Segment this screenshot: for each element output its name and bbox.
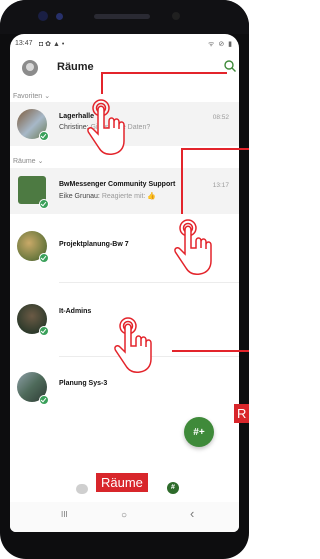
- annotation-line: [172, 350, 249, 352]
- room-timestamp: 13:17: [212, 182, 229, 189]
- front-camera-icon: [38, 11, 48, 21]
- tap-gesture-icon: [114, 317, 152, 373]
- annotation-line: [101, 72, 227, 74]
- list-divider: [59, 282, 239, 283]
- create-room-button[interactable]: #+: [184, 417, 214, 447]
- room-title: Projektplanung-Bw 7: [59, 241, 129, 248]
- room-title: It-Admins: [59, 308, 92, 315]
- room-timestamp: 08:52: [212, 114, 229, 121]
- back-button[interactable]: ‹: [190, 506, 194, 521]
- rooms-nav-label: Räume: [96, 473, 148, 492]
- message-text: Reagierte mit: 👍: [101, 193, 157, 200]
- section-favorites[interactable]: Favoriten ⌄: [13, 92, 50, 100]
- annotation-line: [181, 148, 243, 150]
- status-time: 13:47: [15, 40, 33, 47]
- section-favorites-label: Favoriten: [13, 93, 43, 100]
- verified-badge-icon: [39, 326, 49, 336]
- rooms-icon[interactable]: #: [167, 482, 179, 494]
- chevron-down-icon: ⌄: [44, 93, 51, 100]
- annotation-line: [101, 72, 103, 94]
- annotation-line: [242, 148, 249, 150]
- system-navigation-bar: III ○ ‹: [10, 502, 239, 532]
- app-bar: Räume: [10, 54, 239, 82]
- section-rooms-label: Räume: [13, 158, 36, 165]
- status-bar: 13:47 ◘ ✿ ▲ • ᯤ ⊘ ▮: [10, 34, 239, 54]
- sensor-icon: [56, 13, 63, 20]
- verified-badge-icon: [39, 199, 49, 209]
- proximity-sensor-icon: [172, 12, 180, 20]
- verified-badge-icon: [39, 131, 49, 141]
- user-avatar[interactable]: [22, 60, 38, 76]
- tap-gesture-icon: [87, 99, 125, 155]
- section-rooms[interactable]: Räume ⌄: [13, 157, 43, 165]
- phone-top-bezel: [0, 0, 249, 34]
- fab-edge-label: R: [234, 404, 250, 423]
- page-title: Räume: [57, 61, 94, 73]
- chevron-down-icon: ⌄: [37, 158, 44, 165]
- verified-badge-icon: [39, 395, 49, 405]
- annotation-line: [181, 148, 183, 214]
- tap-gesture-icon: [174, 219, 212, 275]
- notification-icons: ◘ ✿ ▲ •: [39, 41, 65, 48]
- message-sender: Eike Grunau: [59, 193, 98, 200]
- room-last-message: Eike Grunau: Reagierte mit: 👍: [59, 193, 157, 200]
- recent-apps-button[interactable]: III: [61, 510, 68, 519]
- room-title: Planung Sys-3: [59, 380, 108, 387]
- chats-icon[interactable]: [76, 484, 88, 494]
- search-icon[interactable]: [223, 59, 237, 73]
- room-row-bwmessenger-support[interactable]: BwMessenger Community Support Eike Gruna…: [10, 168, 239, 214]
- speaker-grille: [94, 14, 150, 19]
- room-title: BwMessenger Community Support: [59, 181, 176, 188]
- verified-badge-icon: [39, 253, 49, 263]
- system-status-icons: ᯤ ⊘ ▮: [208, 41, 233, 48]
- home-button[interactable]: ○: [121, 510, 127, 521]
